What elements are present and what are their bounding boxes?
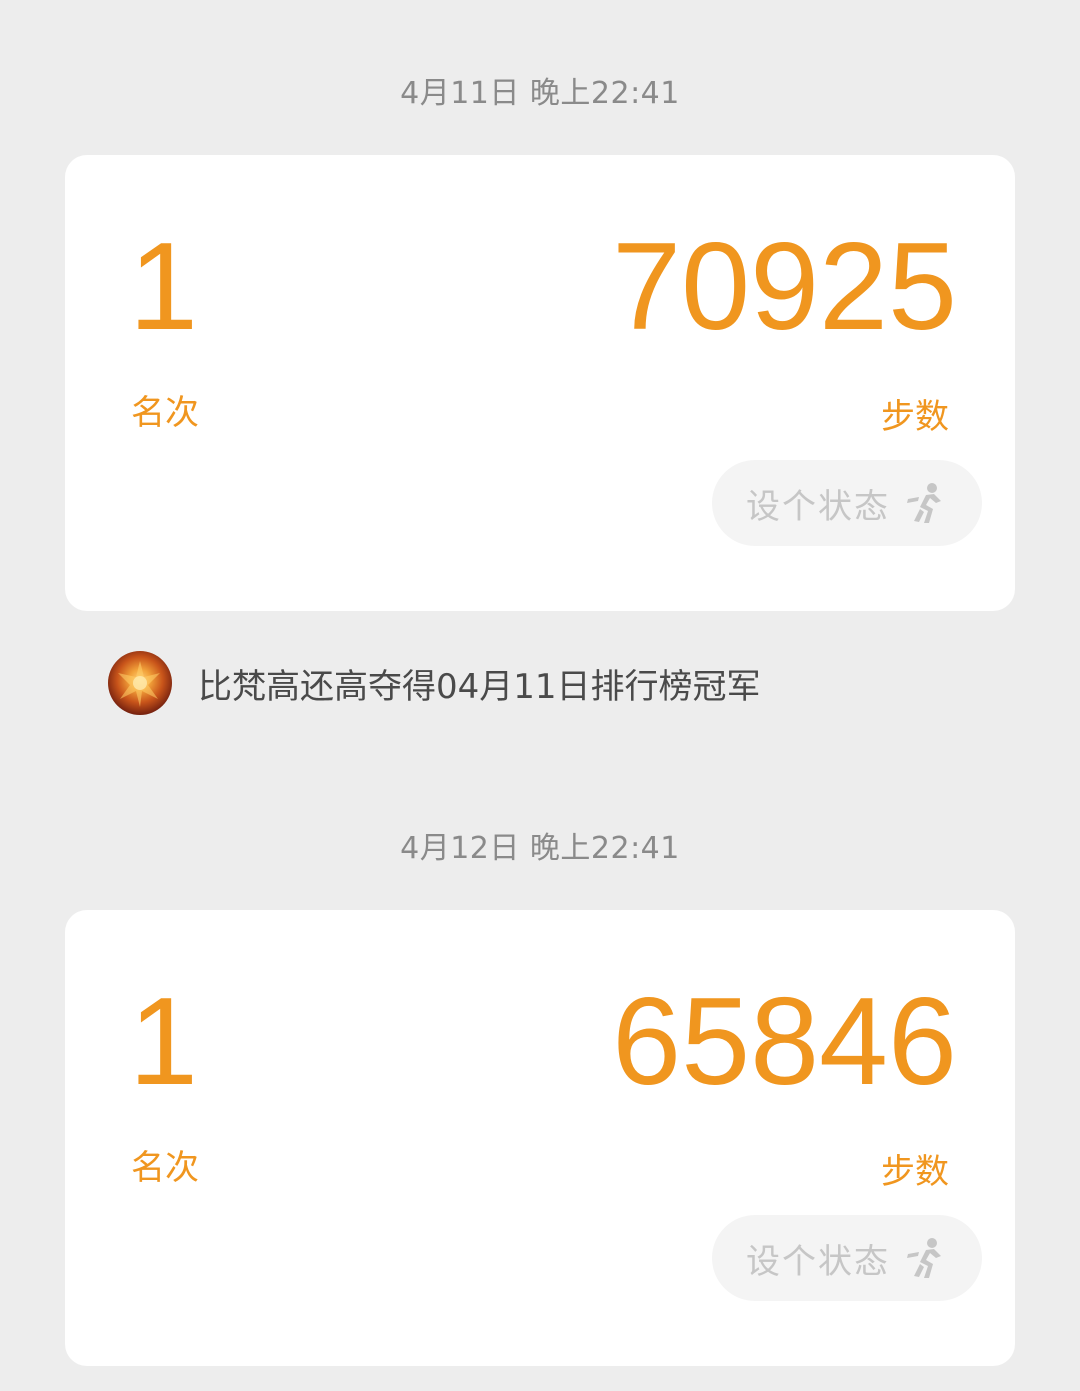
set-status-button[interactable]: 设个状态 <box>712 460 982 546</box>
step-rank-card[interactable]: 1 名次 65846 步数 设个状态 <box>65 910 1015 1366</box>
running-person-icon <box>904 1236 948 1280</box>
set-status-button[interactable]: 设个状态 <box>712 1215 982 1301</box>
set-status-label: 设个状态 <box>746 486 890 527</box>
rank-value: 1 <box>129 973 198 1111</box>
set-status-label: 设个状态 <box>746 1241 890 1282</box>
rank-value: 1 <box>129 218 198 356</box>
steps-label: 步数 <box>881 397 949 437</box>
step-rank-card[interactable]: 1 名次 70925 步数 设个状态 <box>65 155 1015 611</box>
champion-notice-text: 比梵高还高夺得04月11日排行榜冠军 <box>198 666 761 707</box>
steps-value: 65846 <box>612 973 957 1111</box>
running-person-icon <box>904 481 948 525</box>
champion-notice[interactable]: 比梵高还高夺得04月11日排行榜冠军 <box>108 651 761 715</box>
timestamp: 4月12日 晚上22:41 <box>400 831 680 866</box>
timestamp: 4月11日 晚上22:41 <box>400 76 680 111</box>
steps-label: 步数 <box>881 1152 949 1192</box>
rank-label: 名次 <box>131 1148 199 1188</box>
user-avatar[interactable] <box>108 651 172 715</box>
steps-value: 70925 <box>612 218 957 356</box>
rank-label: 名次 <box>131 393 199 433</box>
